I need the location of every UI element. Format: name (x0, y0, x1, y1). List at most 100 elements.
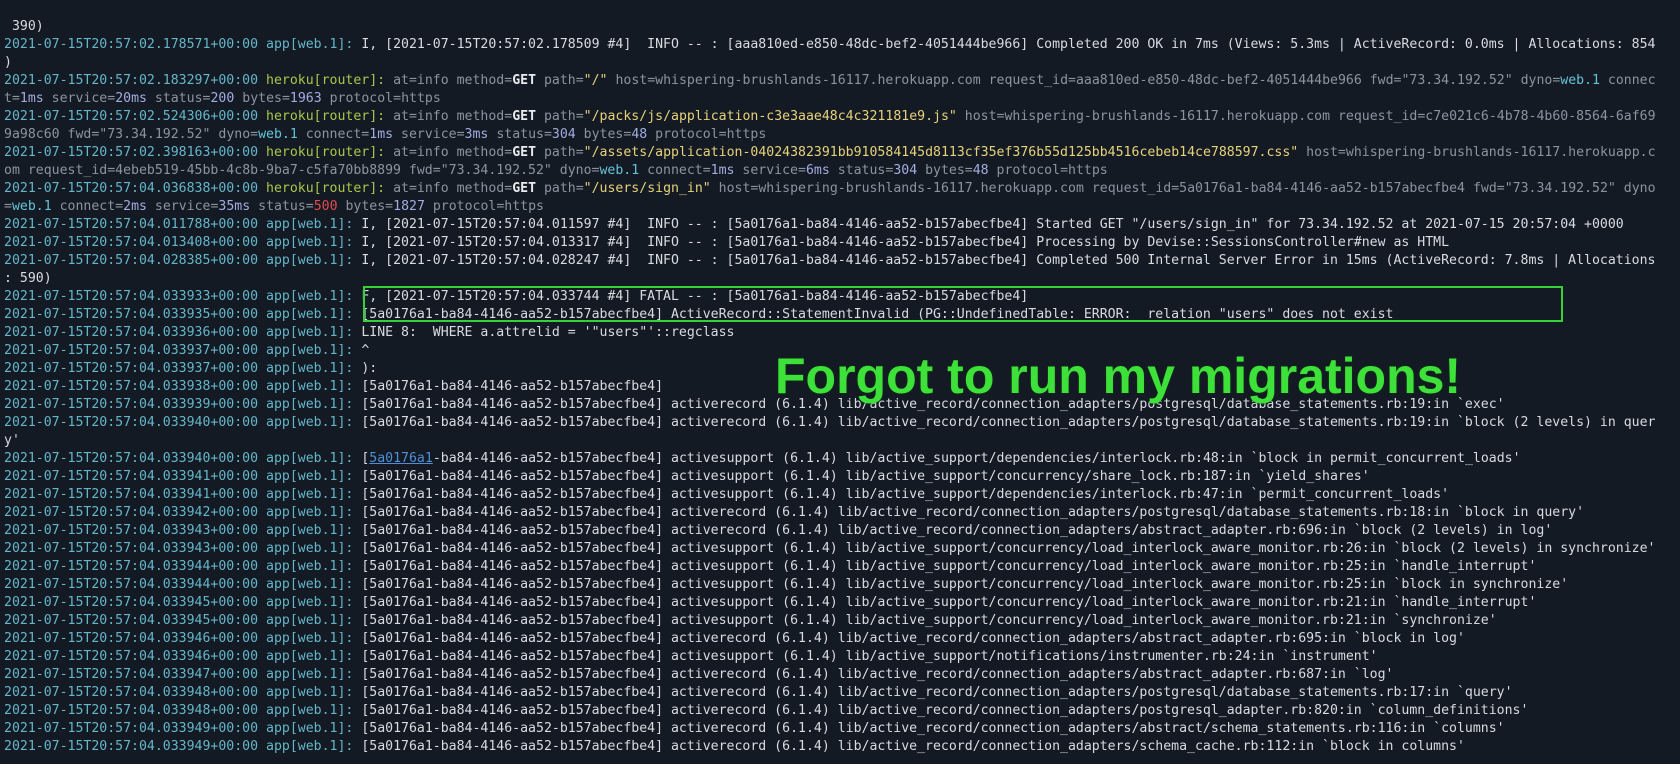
log-source: app[web.1]: (266, 685, 354, 700)
log-line: 2021-07-15T20:57:04.033943+00:00 app[web… (4, 522, 1676, 540)
log-key: bytes= (234, 91, 290, 106)
log-line: 2021-07-15T20:57:04.033948+00:00 app[web… (4, 684, 1676, 702)
log-key: method= (448, 73, 513, 88)
log-line-continuation: 9a98c60 fwd="73.34.192.52" dyno=web.1 co… (4, 126, 1676, 144)
log-message: -ba84-4146-aa52-b157abecfbe4] activesupp… (432, 451, 1521, 466)
log-message: [5a0176a1-ba84-4146-aa52-b157abecfbe4] a… (361, 559, 1537, 574)
log-value: GET (512, 109, 537, 124)
log-source: app[web.1]: (266, 469, 354, 484)
log-message: [5a0176a1-ba84-4146-aa52-b157abecfbe4] a… (361, 667, 1394, 682)
log-value: info (416, 181, 449, 196)
log-key: dyno= (1512, 73, 1561, 88)
log-key: method= (448, 109, 513, 124)
log-source: app[web.1]: (266, 217, 354, 232)
log-value: 304 (551, 127, 576, 142)
log-message: [5a0176a1-ba84-4146-aa52-b157abecfbe4] a… (361, 613, 1497, 628)
log-value: 500 (313, 199, 338, 214)
log-key: bytes= (575, 127, 632, 142)
log-message: [5a0176a1-ba84-4146-aa52-b157abecfbe4] (361, 379, 664, 394)
log-timestamp: 2021-07-15T20:57:04.033940+00:00 (4, 415, 259, 430)
log-value: "73.34.192.52" (1504, 181, 1616, 196)
log-source: app[web.1]: (266, 505, 354, 520)
log-message: 390) (4, 19, 44, 34)
log-source: app[web.1]: (266, 289, 354, 304)
log-source: app[web.1]: (266, 37, 354, 52)
log-line: 2021-07-15T20:57:02.183297+00:00 heroku[… (4, 72, 1676, 90)
log-line: 2021-07-15T20:57:04.033946+00:00 app[web… (4, 630, 1676, 648)
log-source: heroku[router]: (266, 73, 386, 88)
log-key: status= (146, 91, 211, 106)
log-key: service= (393, 127, 465, 142)
log-line-continuation: : 590) (4, 270, 1676, 288)
log-message: : 590) (4, 271, 52, 286)
log-value: "/users/sign_in" (583, 181, 711, 196)
log-key: dyno (1615, 181, 1656, 196)
log-key: method= (448, 181, 513, 196)
log-source: app[web.1]: (266, 451, 354, 466)
log-value: 3ms (464, 127, 489, 142)
log-message: [5a0176a1-ba84-4146-aa52-b157abecfbe4] a… (361, 541, 1656, 556)
log-value: https (726, 127, 767, 142)
log-value: GET (512, 181, 537, 196)
log-key: fwd= (1465, 181, 1505, 196)
log-timestamp: 2021-07-15T20:57:04.033939+00:00 (4, 397, 259, 412)
log-timestamp: 2021-07-15T20:57:04.033941+00:00 (4, 469, 259, 484)
log-line-continuation: t=1ms service=20ms status=200 bytes=1963… (4, 90, 1676, 108)
log-timestamp: 2021-07-15T20:57:04.033943+00:00 (4, 541, 259, 556)
log-message: [5a0176a1-ba84-4146-aa52-b157abecfbe4] a… (361, 721, 1505, 736)
log-key: status= (250, 199, 314, 214)
log-value: 9a98c60 (4, 127, 60, 142)
log-line: 2021-07-15T20:57:04.033933+00:00 app[web… (4, 288, 1676, 306)
log-key: status= (829, 163, 894, 178)
log-message: I, [2021-07-15T20:57:04.011597 #4] INFO … (361, 217, 1624, 232)
log-value: https (1068, 163, 1108, 178)
log-value: whispering-brushlands-16117.herokuapp.co… (1004, 109, 1331, 124)
log-line: 2021-07-15T20:57:04.033940+00:00 app[web… (4, 451, 1521, 466)
log-timestamp: 2021-07-15T20:57:04.033945+00:00 (4, 595, 259, 610)
log-key: fwd= (59, 127, 100, 142)
log-message: [5a0176a1-ba84-4146-aa52-b157abecfbe4] a… (361, 595, 1537, 610)
log-value: "73.34.192.52" (1401, 73, 1513, 88)
log-timestamp: 2021-07-15T20:57:04.033935+00:00 (4, 307, 259, 322)
log-key: path= (536, 109, 584, 124)
log-message: I, [2021-07-15T20:57:02.178509 #4] INFO … (361, 37, 1656, 52)
log-message: [5a0176a1-ba84-4146-aa52-b157abecfbe4] a… (361, 523, 1553, 538)
log-timestamp: 2021-07-15T20:57:04.033937+00:00 (4, 343, 259, 358)
log-message: I, [2021-07-15T20:57:04.013317 #4] INFO … (361, 235, 1450, 250)
log-key: bytes= (917, 163, 973, 178)
log-message: I, [2021-07-15T20:57:04.028247 #4] INFO … (361, 253, 1656, 268)
log-timestamp: 2021-07-15T20:57:02.398163+00:00 (4, 145, 259, 160)
log-value: 1963 (289, 91, 322, 106)
log-source: app[web.1]: (266, 541, 354, 556)
log-key: host= (607, 73, 656, 88)
log-value: 20ms (115, 91, 147, 106)
log-timestamp: 2021-07-15T20:57:02.178571+00:00 (4, 37, 259, 52)
log-line: 2021-07-15T20:57:02.524306+00:00 heroku[… (4, 108, 1676, 126)
log-value: 5a0176a1-ba84-4146-aa52-b157abecfbe4 (1179, 181, 1465, 196)
log-timestamp: 2021-07-15T20:57:04.033936+00:00 (4, 325, 259, 340)
log-line: 2021-07-15T20:57:04.033947+00:00 app[web… (4, 666, 1676, 684)
log-source: app[web.1]: (266, 523, 354, 538)
log-value: c7e021c6-4b78-4b60-8564-6af69 (1425, 109, 1656, 124)
log-key: path= (536, 181, 584, 196)
log-value: "73.34.192.52" (440, 163, 552, 178)
log-value: web.1 (258, 127, 298, 142)
log-source: heroku[router]: (266, 145, 386, 160)
log-key: request_id= (980, 73, 1076, 88)
request-id-link[interactable]: 5a0176a1 (369, 451, 433, 466)
log-message: [5a0176a1-ba84-4146-aa52-b157abecfbe4] a… (361, 739, 1465, 754)
log-timestamp: 2021-07-15T20:57:04.033937+00:00 (4, 361, 259, 376)
log-key: service= (146, 199, 219, 214)
log-value: 1827 (393, 199, 425, 214)
log-key: fwd= (1361, 73, 1402, 88)
log-source: heroku[router]: (266, 109, 386, 124)
log-key: service= (43, 91, 116, 106)
log-message: [5a0176a1-ba84-4146-aa52-b157abecfbe4] A… (361, 307, 1394, 322)
log-source: app[web.1]: (266, 379, 354, 394)
log-timestamp: 2021-07-15T20:57:04.033938+00:00 (4, 379, 259, 394)
log-key: service= (734, 163, 806, 178)
log-source: app[web.1]: (266, 721, 354, 736)
log-message: [5a0176a1-ba84-4146-aa52-b157abecfbe4] a… (361, 487, 1450, 502)
log-line: 2021-07-15T20:57:04.033949+00:00 app[web… (4, 738, 1676, 756)
log-value: 48 (631, 127, 648, 142)
